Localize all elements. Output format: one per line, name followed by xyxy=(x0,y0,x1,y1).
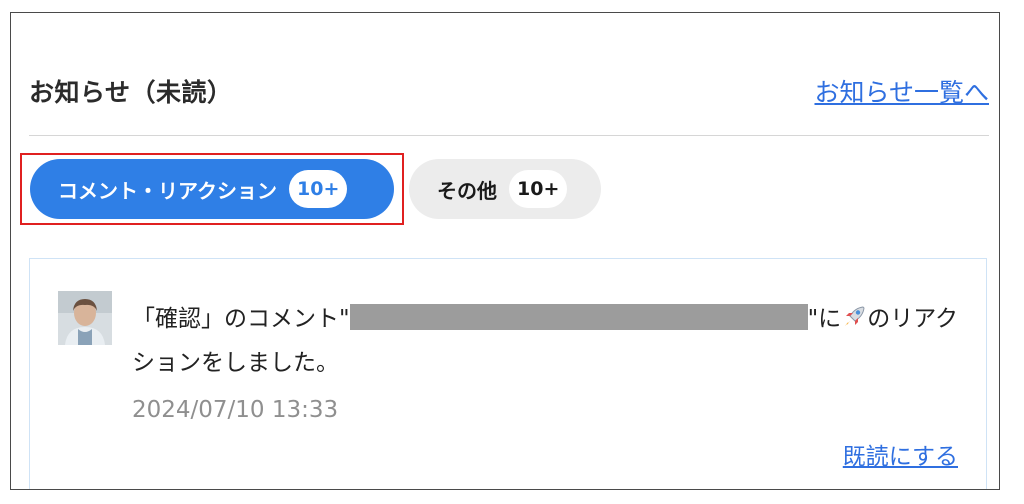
panel-title: お知らせ（未読） xyxy=(29,78,233,107)
notification-list-link[interactable]: お知らせ一覧へ xyxy=(814,73,989,109)
panel-header: お知らせ（未読） お知らせ一覧へ xyxy=(29,69,989,136)
notification-card[interactable]: 「確認」のコメント" "に のリアクションをしました。 2024/07/10 13… xyxy=(29,258,987,489)
tab-comments-reactions[interactable]: コメント・リアクション 10+ xyxy=(30,159,394,219)
notification-timestamp: 2024/07/10 13:33 xyxy=(132,397,339,423)
notification-message: 「確認」のコメント" "に のリアクションをしました。 xyxy=(132,297,962,385)
mark-as-read-link[interactable]: 既読にする xyxy=(843,437,958,471)
count-badge: 10+ xyxy=(509,170,568,208)
tab-label: コメント・リアクション xyxy=(58,178,277,203)
count-badge: 10+ xyxy=(289,170,348,208)
tab-other[interactable]: その他 10+ xyxy=(409,159,601,219)
tab-label: その他 xyxy=(437,178,497,203)
redacted-text xyxy=(349,304,808,330)
notification-panel: お知らせ（未読） お知らせ一覧へ コメント・リアクション 10+ その他 10+ xyxy=(10,12,1000,490)
avatar xyxy=(58,291,112,345)
rocket-icon xyxy=(841,301,867,327)
tab-bar: コメント・リアクション 10+ その他 10+ xyxy=(20,153,620,237)
